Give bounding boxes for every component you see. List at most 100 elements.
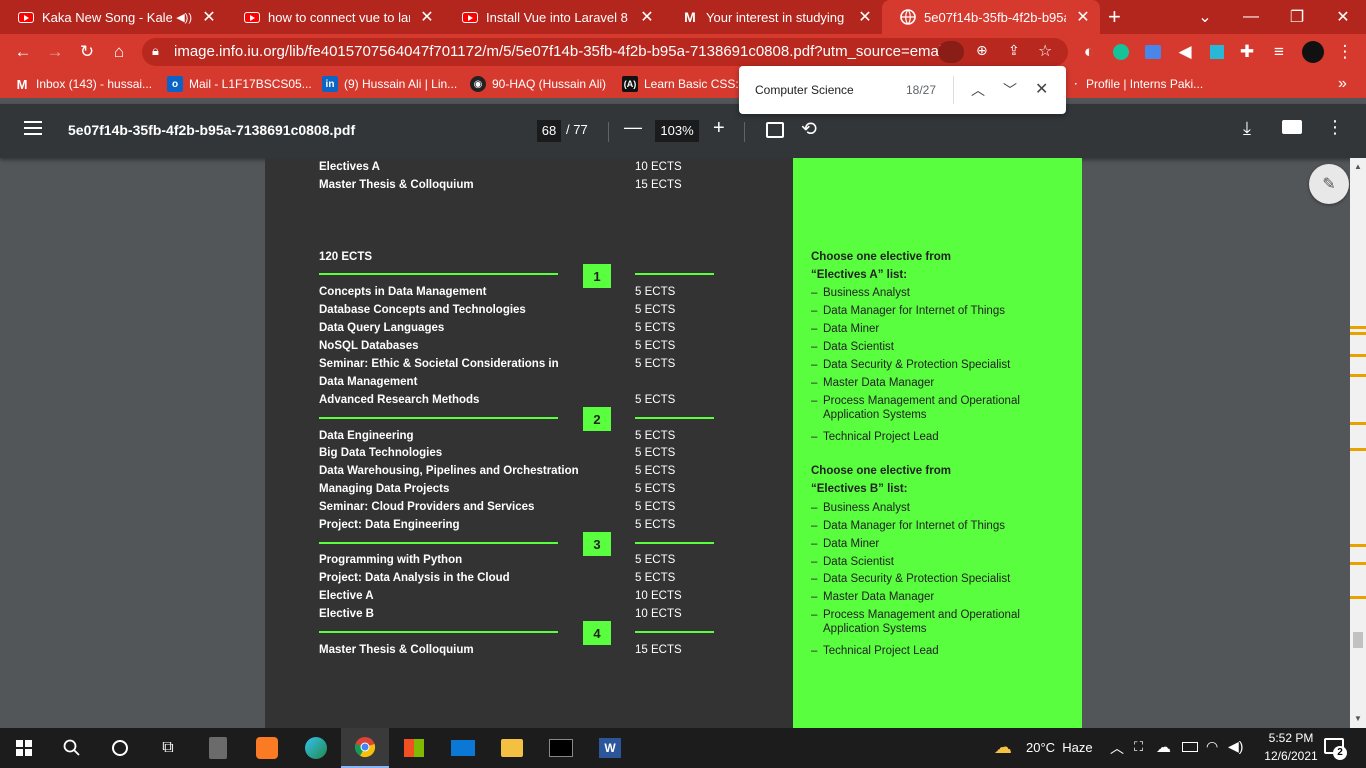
home-icon[interactable]: ⌂ [104,34,134,70]
search-marker [1350,332,1366,335]
tab-2[interactable]: how to connect vue to larave ✕ [226,0,444,34]
avatar[interactable] [1298,34,1328,70]
pen-extension-icon[interactable] [1202,34,1232,70]
weather-text[interactable]: 20°C Haze [1026,740,1093,755]
clock-time[interactable]: 5:52 PM [1260,731,1322,745]
course-name: Managing Data Projects [319,483,450,495]
cortana-icon[interactable] [96,728,144,768]
course-ects: 5 ECTS [635,447,676,459]
media-queue-icon[interactable]: ≡ [1264,34,1294,70]
audio-icon[interactable]: ◀ [1170,34,1200,70]
download-icon[interactable]: ⤓ [1243,118,1251,139]
course-name: Concepts in Data Management [319,286,487,298]
bookmark-linkedin[interactable]: in (9) Hussain Ali | Lin... [322,70,457,98]
bookmark-mail[interactable]: o Mail - L1F17BSCS05... [167,70,312,98]
store-icon[interactable] [390,728,438,768]
find-previous-icon[interactable]: ︿ [971,80,985,100]
lens-icon[interactable] [938,41,964,63]
scroll-up-icon[interactable]: ▲ [1354,162,1362,171]
menu-kebab-icon[interactable]: ⋮ [1330,34,1360,70]
hamburger-menu-icon[interactable] [24,121,42,135]
elective-item: – Data Security & Protection Specialist [811,359,1011,371]
onedrive-icon[interactable]: ☁ [1156,738,1171,756]
speaker-icon[interactable]: ◀)) [176,11,192,24]
reload-icon[interactable]: ↻ [72,34,102,70]
tab-5-active[interactable]: 5e07f14b-35fb-4f2b-b95a-7 ✕ [882,0,1100,34]
elective-item: – Business Analyst [811,287,910,299]
tab-3[interactable]: Install Vue into Laravel 8 - Yo ✕ [444,0,664,34]
pdf-toolbar: 5e07f14b-35fb-4f2b-b95a-7138691c0808.pdf… [0,104,1366,158]
print-icon[interactable] [1282,120,1302,134]
zoom-out-icon[interactable]: — [624,117,642,138]
tab-4[interactable]: M Your interest in studying with ✕ [664,0,882,34]
bookmark-interns[interactable]: · Profile | Interns Paki... [1072,70,1203,98]
bookmarks-overflow-button[interactable]: » [1338,70,1347,98]
windows-start-icon[interactable] [0,728,48,768]
page-number-input[interactable]: 68 [537,120,561,142]
lock-icon[interactable]: 🔒︎ [152,43,159,59]
pdf-menu-kebab-icon[interactable]: ⋮ [1326,117,1344,138]
weather-icon[interactable]: ☁ [994,737,1012,758]
find-divider [953,76,954,104]
close-window-icon[interactable]: ✕ [1320,0,1366,34]
course-name: Electives A [319,161,380,173]
rotate-icon[interactable]: ⟲ [801,118,817,141]
annotate-fab-icon[interactable]: ✎ [1309,164,1349,204]
share-icon[interactable]: ⇪ [1008,42,1020,59]
close-icon[interactable]: ✕ [638,7,656,27]
tray-app-icon[interactable]: ⛶ [1134,739,1143,755]
close-icon[interactable]: ✕ [418,7,436,27]
back-icon[interactable]: ← [8,34,38,70]
tab-1[interactable]: Kaka New Song - Kale Je ◀)) ✕ [0,0,226,34]
minimize-icon[interactable]: — [1228,0,1274,34]
battery-icon[interactable] [1182,742,1198,752]
calculator-icon[interactable] [194,728,242,768]
zoom-in-icon[interactable]: + [713,117,725,140]
find-match-count: 18/27 [906,83,937,97]
page-separator [608,122,609,142]
word-icon[interactable]: W [586,728,634,768]
close-icon[interactable]: ✕ [1074,7,1092,27]
chrome-icon[interactable] [341,728,389,768]
tab-strip: Kaka New Song - Kale Je ◀)) ✕ how to con… [0,0,1366,34]
translate-icon[interactable] [1138,34,1168,70]
new-tab-button[interactable]: + [1108,4,1121,30]
close-icon[interactable]: ✕ [200,7,218,27]
globe-icon [900,9,916,25]
bookmark-github[interactable]: ◉ 90-HAQ (Hussain Ali) [470,70,606,98]
find-input[interactable]: Computer Science [755,83,854,97]
zoom-input[interactable]: 103% [655,120,699,142]
find-close-icon[interactable]: ✕ [1035,79,1048,99]
vertical-scrollbar[interactable]: ▲ ▼ [1350,158,1366,728]
wifi-icon[interactable]: ◠ [1206,738,1218,755]
task-view-icon[interactable]: ⧉ [144,728,192,768]
tray-overflow-icon[interactable]: ︿ [1110,738,1124,758]
clock-date[interactable]: 12/6/2021 [1253,749,1329,763]
puzzle-icon[interactable]: ✚ [1232,34,1262,70]
zoom-icon[interactable]: ⊕ [976,42,988,59]
electives-heading: Choose one elective from [811,465,951,477]
volume-icon[interactable]: ◀) [1228,738,1243,755]
edge-icon[interactable] [292,728,340,768]
grammarly-icon[interactable] [1106,34,1136,70]
file-explorer-icon[interactable] [488,728,536,768]
scroll-down-icon[interactable]: ▼ [1354,714,1362,723]
tab-search-icon[interactable]: ⌄ [1182,0,1228,34]
mail-icon[interactable] [439,728,487,768]
terminal-icon[interactable] [537,728,585,768]
close-icon[interactable]: ✕ [856,7,874,27]
elective-item: – Data Scientist [811,341,894,353]
course-ects: 5 ECTS [635,340,676,352]
extension-icon[interactable]: ◐ [1074,34,1104,70]
bookmark-star-icon[interactable]: ☆ [1038,41,1052,61]
bookmark-fcc[interactable]: (A) Learn Basic CSS: A [622,70,749,98]
bookmark-inbox[interactable]: M Inbox (143) - hussai... [14,70,152,98]
scrollbar-thumb[interactable] [1353,632,1363,648]
address-bar[interactable]: 🔒︎ image.info.iu.org/lib/fe4015707564047… [142,38,1068,66]
fit-page-icon[interactable] [766,122,784,138]
xampp-icon[interactable] [243,728,291,768]
restore-icon[interactable]: ❐ [1274,0,1320,34]
search-icon[interactable] [48,728,96,768]
forward-icon[interactable]: → [40,34,70,70]
find-next-icon[interactable]: ﹀ [1003,80,1017,100]
